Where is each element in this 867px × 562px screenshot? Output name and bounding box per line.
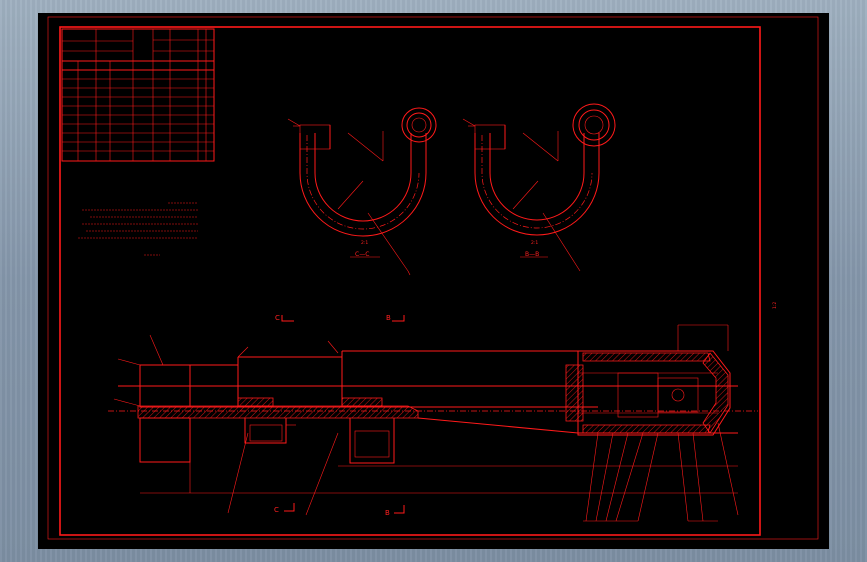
section-view-b[interactable] [462,103,616,272]
title-block [61,28,215,162]
view-b-scale: 2:1 [531,240,538,246]
section-marker-c-top: C [275,314,294,322]
section-b-label-top: B [386,314,391,322]
view-c-caption: C—C [355,251,369,258]
section-c-label-top: C [275,314,280,322]
section-marker-b-top: B [386,314,405,322]
inner-border [59,26,761,536]
main-assembly-view[interactable] [108,324,758,494]
section-marker-b-bottom: B [385,505,405,517]
view-c-scale: 2:1 [361,240,368,246]
side-label: 1:2 [772,302,778,309]
outer-border [47,16,819,540]
section-c-label-bottom: C [274,506,279,514]
drawing-canvas: C—C 2:1 B—B 2:1 C B C B 1:2 [47,16,819,540]
cad-viewport[interactable]: C—C 2:1 B—B 2:1 C B C B 1:2 [38,13,829,549]
section-view-c[interactable] [287,107,437,276]
view-b-caption: B—B [525,251,539,258]
technical-notes [78,202,198,256]
section-marker-c-bottom: C [274,503,295,514]
section-b-label-bottom: B [385,509,390,517]
